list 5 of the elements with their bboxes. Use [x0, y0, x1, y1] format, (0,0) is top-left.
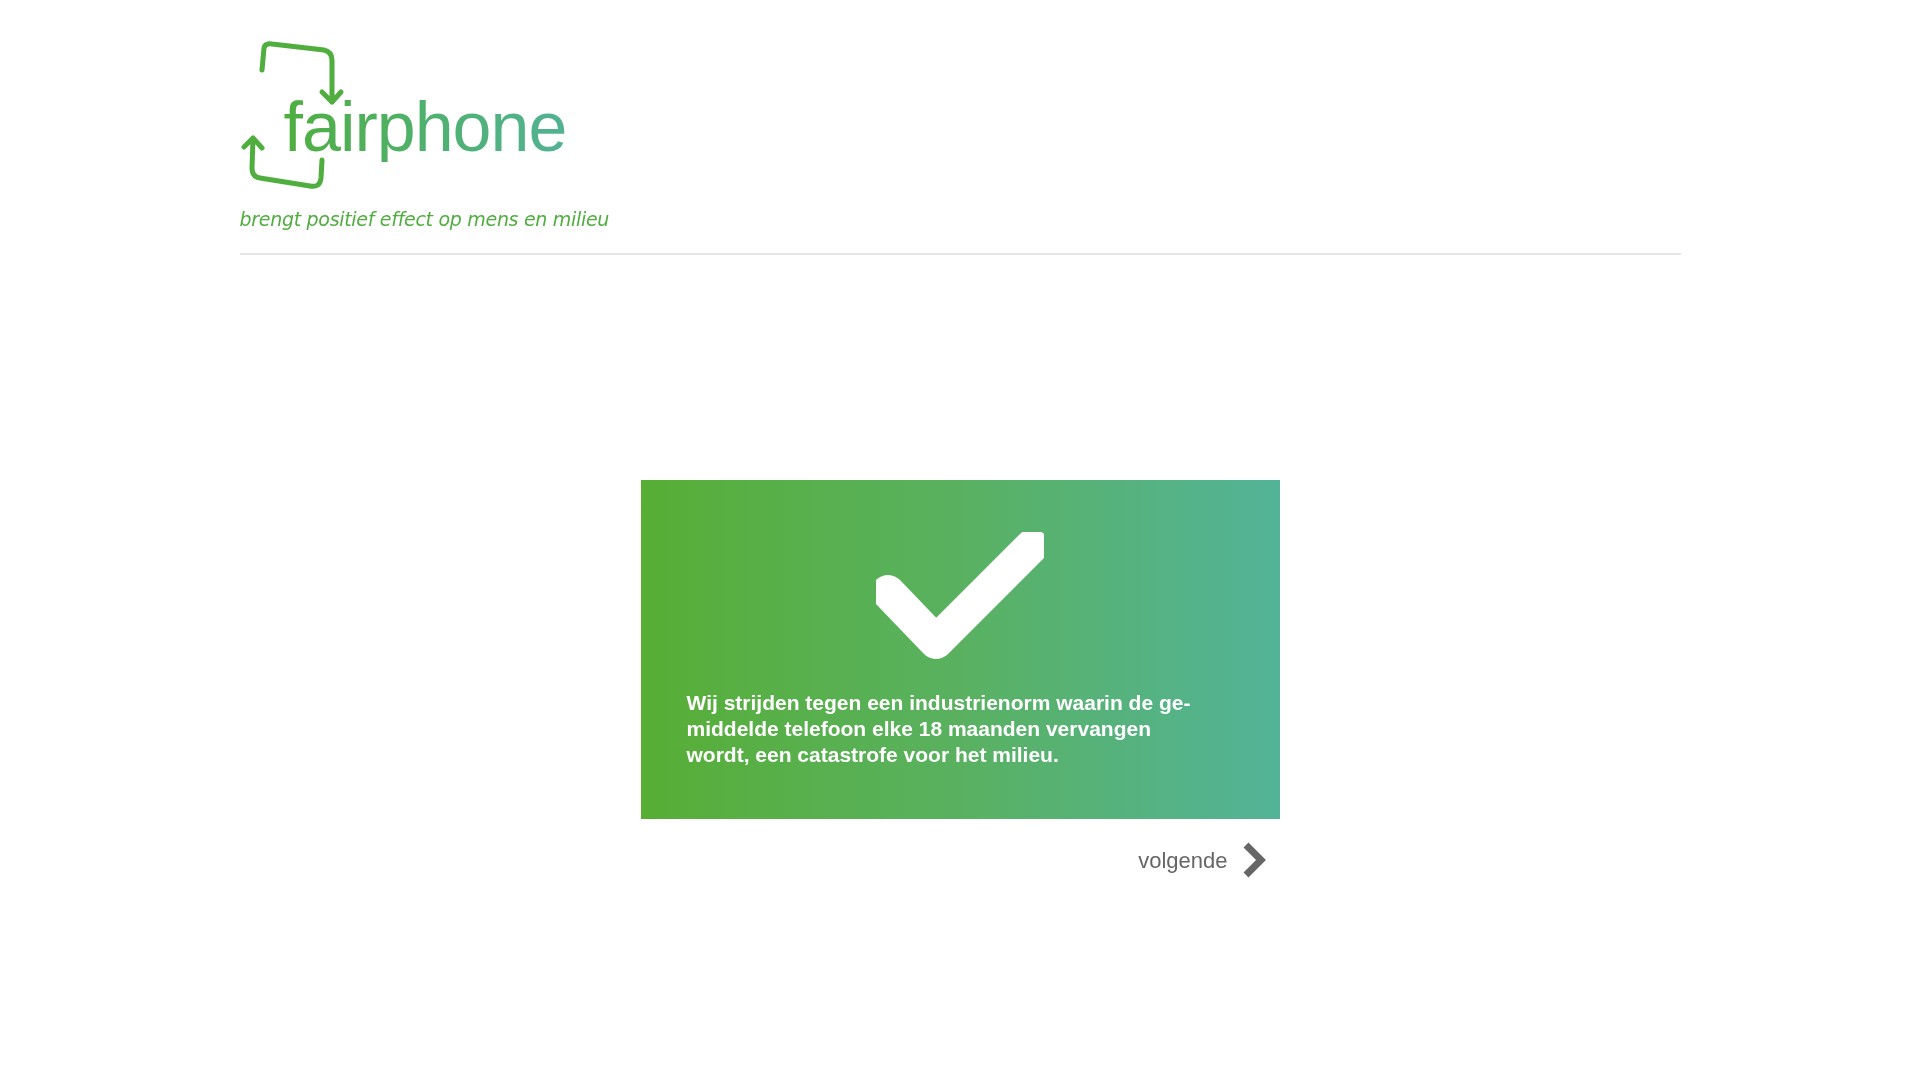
next-link[interactable]: volgende — [1138, 841, 1266, 879]
message-text: Wij strijden tegen een industrienorm waarin de ge- middelde telefoon elke 18 maanden vervangen wordt, een catastrofe voor het milieu. — [686, 690, 1191, 768]
checkmark-icon — [876, 532, 1044, 660]
chevron-right-icon — [1241, 841, 1266, 879]
tagline: brengt positief effect op mens en milieu — [239, 210, 611, 229]
